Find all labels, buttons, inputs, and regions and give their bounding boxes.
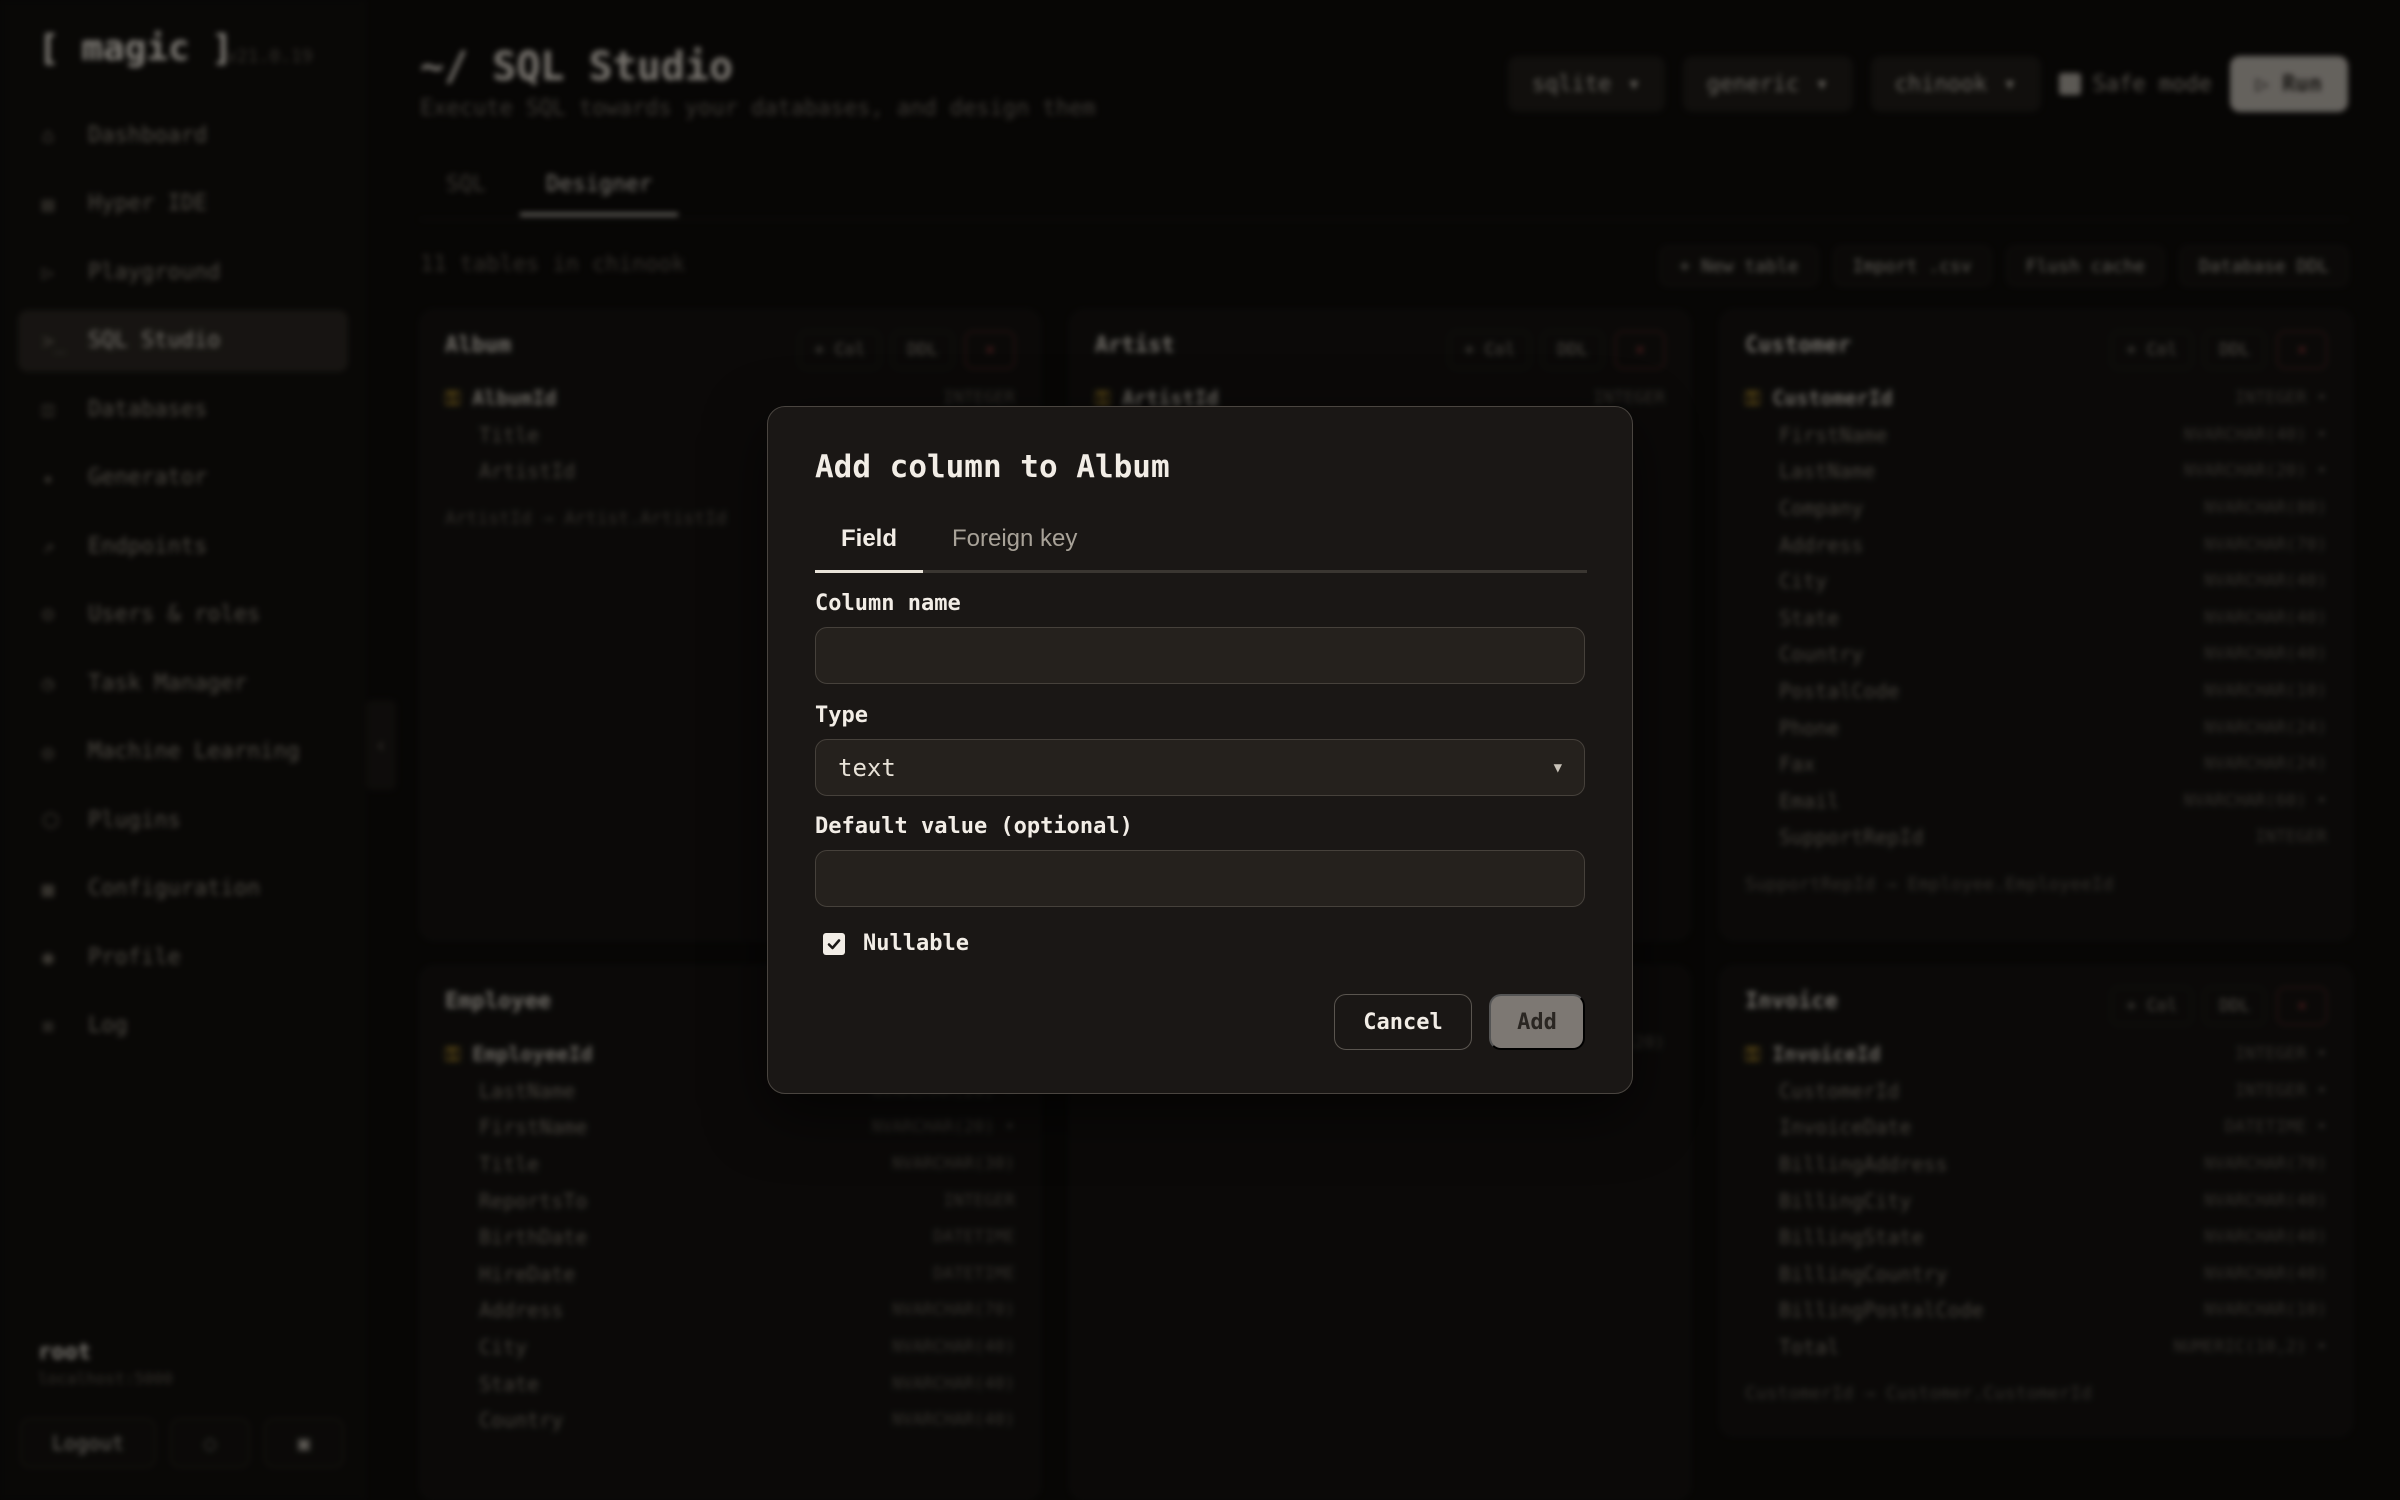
column-name-label: Column name	[815, 591, 961, 616]
add-column-dialog: Add column to Album Field Foreign key Co…	[767, 406, 1633, 1094]
nullable-toggle[interactable]: Nullable	[823, 931, 969, 956]
add-button[interactable]: Add	[1489, 994, 1585, 1050]
dialog-tabs: Field Foreign key	[815, 519, 1587, 573]
default-value-label: Default value (optional)	[815, 814, 1133, 839]
type-select[interactable]: text ▼	[815, 739, 1585, 796]
chevron-down-icon: ▼	[1553, 759, 1562, 776]
cancel-button[interactable]: Cancel	[1334, 994, 1472, 1050]
column-name-input[interactable]	[815, 627, 1585, 684]
type-label: Type	[815, 703, 868, 728]
dialog-title: Add column to Album	[815, 449, 1170, 485]
checkmark-icon	[827, 938, 841, 949]
default-value-input[interactable]	[815, 850, 1585, 907]
active-tab-indicator	[815, 570, 923, 573]
nullable-checkbox[interactable]	[823, 932, 845, 955]
tab-field[interactable]: Field	[841, 525, 897, 553]
nullable-label: Nullable	[863, 931, 969, 956]
type-select-value: text	[838, 753, 896, 782]
tab-foreign-key[interactable]: Foreign key	[952, 525, 1077, 553]
